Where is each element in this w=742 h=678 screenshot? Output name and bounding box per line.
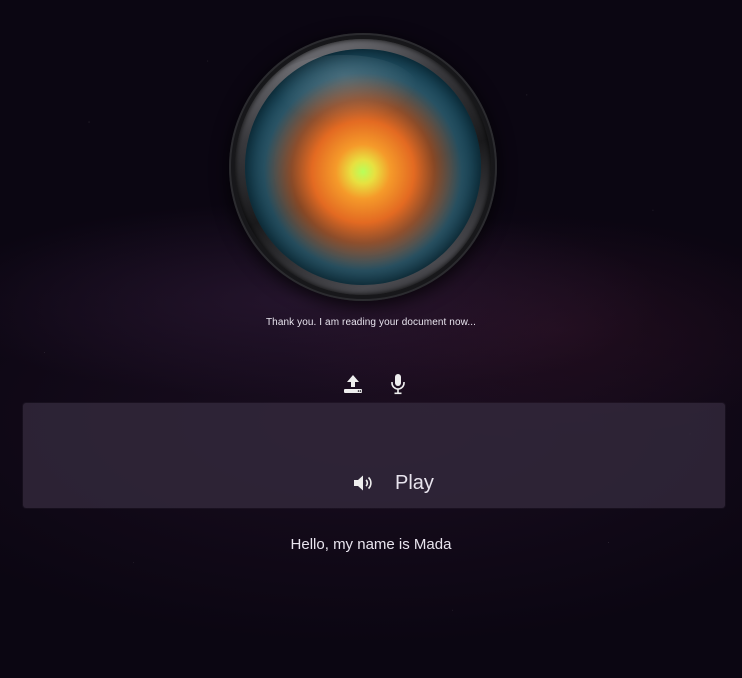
greeting-text: Hello, my name is Mada — [290, 536, 452, 553]
input-controls — [0, 372, 742, 396]
microphone-button[interactable] — [386, 372, 410, 396]
play-button[interactable]: Play — [353, 469, 434, 497]
upload-button[interactable] — [341, 372, 365, 396]
orb-gloss — [269, 55, 419, 125]
play-label: Play — [395, 471, 434, 494]
microphone-icon — [391, 374, 405, 395]
speaker-icon — [354, 475, 372, 491]
assistant-orb — [229, 33, 497, 301]
player-panel: Play — [23, 403, 725, 508]
status-message: Thank you. I am reading your document no… — [265, 317, 477, 328]
upload-icon — [344, 375, 362, 393]
